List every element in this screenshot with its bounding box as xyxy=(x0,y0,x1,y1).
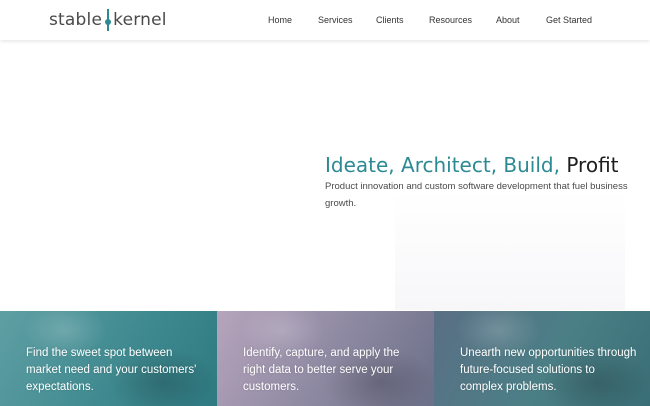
nav-get-started[interactable]: Get Started xyxy=(546,14,592,26)
feature-cards: Find the sweet spot between market need … xyxy=(0,311,650,406)
nav-clients[interactable]: Clients xyxy=(376,14,404,26)
feature-card-data[interactable]: Identify, capture, and apply the right d… xyxy=(217,311,434,406)
feature-card-text: Identify, capture, and apply the right d… xyxy=(243,347,400,393)
feature-card-market[interactable]: Find the sweet spot between market need … xyxy=(0,311,217,406)
feature-card-opportunities[interactable]: Unearth new opportunities through future… xyxy=(434,311,650,406)
hero-title-accent: Profit xyxy=(566,153,619,177)
hero-subtitle: Product innovation and custom software d… xyxy=(325,181,628,209)
nav-resources[interactable]: Resources xyxy=(429,14,472,26)
hero-title-main: Ideate, Architect, Build, xyxy=(325,153,560,177)
nav-services[interactable]: Services xyxy=(318,14,353,26)
hero-section: Ideate, Architect, Build, Profit Product… xyxy=(0,40,650,310)
hero-title: Ideate, Architect, Build, Profit xyxy=(325,152,619,178)
feature-card-text: Find the sweet spot between market need … xyxy=(26,347,197,393)
site-header: stable kernel Home Services Clients Reso… xyxy=(0,0,650,40)
nav-about[interactable]: About xyxy=(496,14,520,26)
nav-home[interactable]: Home xyxy=(268,14,292,26)
feature-card-text: Unearth new opportunities through future… xyxy=(460,347,637,393)
main-nav: Home Services Clients Resources About Ge… xyxy=(0,0,650,40)
